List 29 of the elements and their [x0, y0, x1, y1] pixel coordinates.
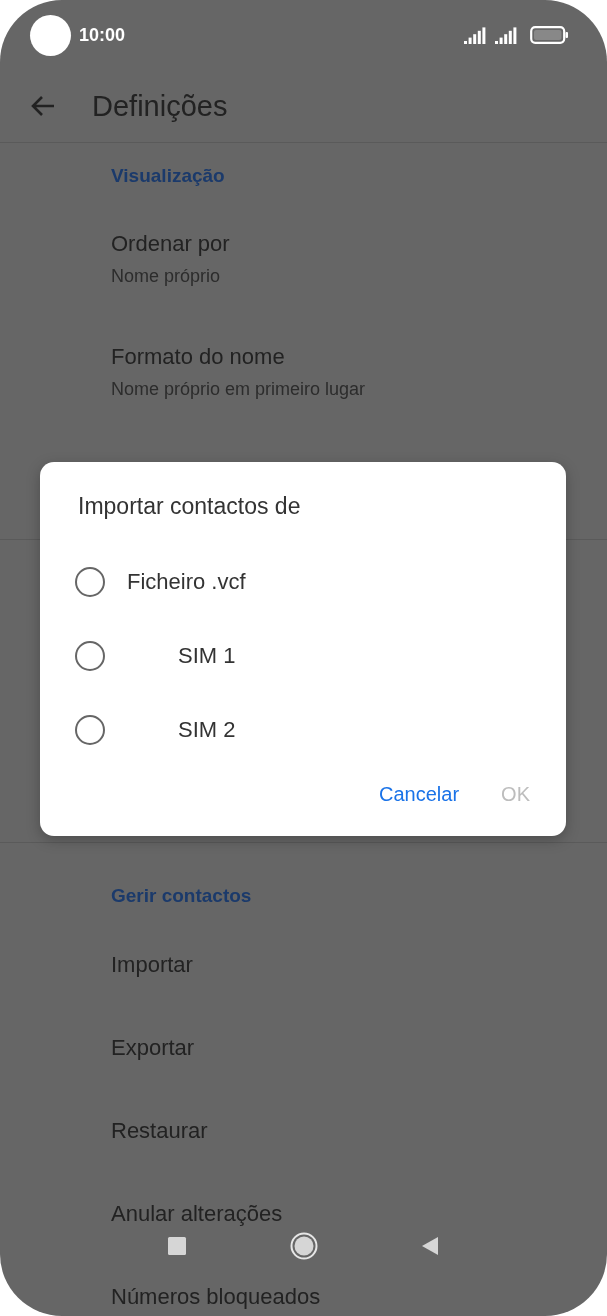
setting-label[interactable]: Formato do nome: [111, 345, 285, 369]
battery-icon: [530, 26, 569, 44]
setting-label[interactable]: Restaurar: [111, 1119, 208, 1143]
dialog-button[interactable]: Cancelar: [365, 779, 474, 810]
back-arrow-icon[interactable]: [30, 94, 56, 118]
option-label[interactable]: Ficheiro .vcf: [127, 569, 246, 595]
dialog-title: Importar contactos de: [78, 493, 301, 519]
setting-label[interactable]: Ordenar por: [111, 232, 230, 256]
camera-cutout: [30, 14, 71, 56]
radio-button[interactable]: [75, 567, 105, 597]
home-icon[interactable]: [290, 1232, 318, 1260]
back-icon[interactable]: [421, 1236, 439, 1256]
section-header: Gerir contactos: [111, 884, 252, 908]
section-header: Visualização: [111, 164, 225, 188]
radio-button[interactable]: [75, 641, 105, 671]
setting-label[interactable]: Importar: [111, 953, 193, 977]
setting-label[interactable]: Anular alterações: [111, 1202, 283, 1226]
setting-value: Nome próprio em primeiro lugar: [111, 378, 366, 400]
signal-icon: [495, 26, 518, 44]
recents-icon[interactable]: [167, 1236, 187, 1256]
status-time: 10:00: [79, 24, 127, 46]
setting-label[interactable]: Números bloqueados: [111, 1285, 321, 1309]
screen-title: Definições: [92, 89, 228, 123]
option-label[interactable]: SIM 2: [178, 717, 236, 743]
signal-icon: [464, 26, 487, 44]
setting-label[interactable]: Exportar: [111, 1036, 195, 1060]
setting-value: Nome próprio: [111, 265, 221, 287]
option-label[interactable]: SIM 1: [178, 643, 236, 669]
radio-button[interactable]: [75, 715, 105, 745]
